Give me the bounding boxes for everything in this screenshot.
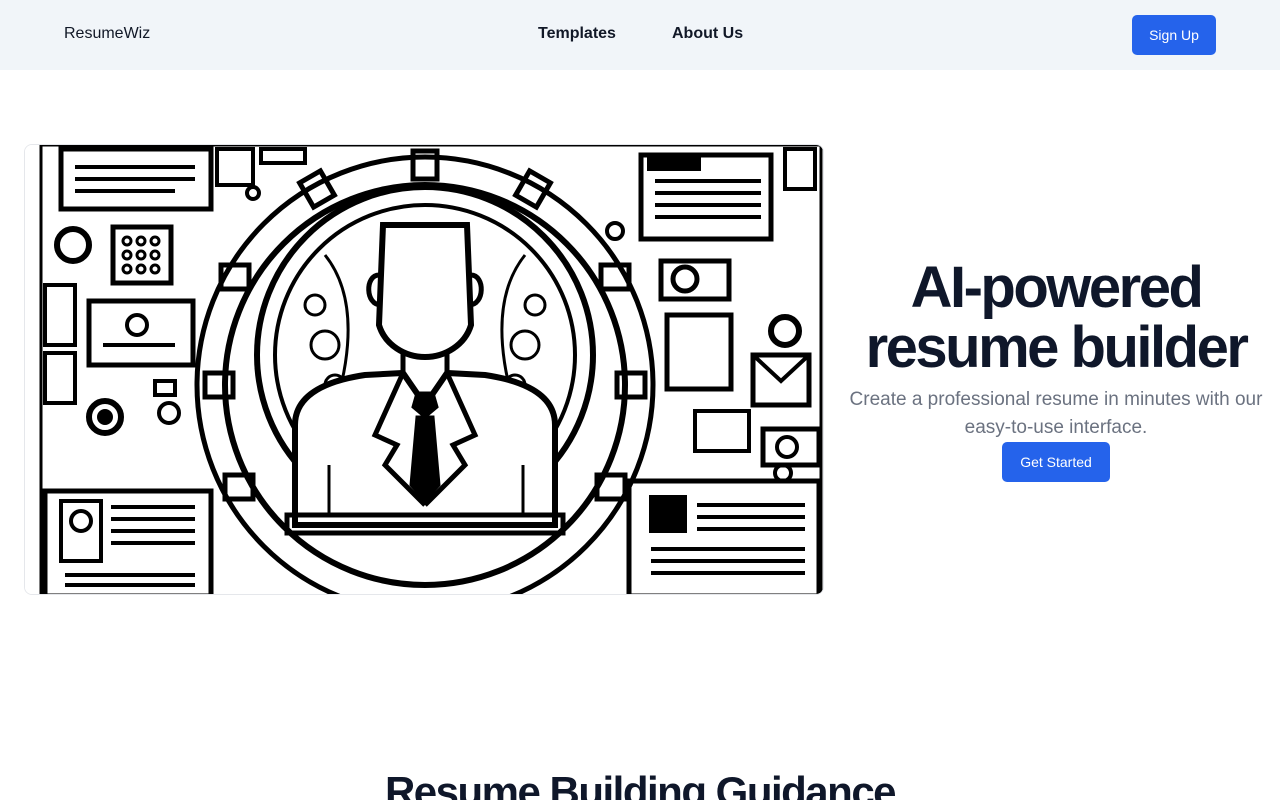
nav-link-templates[interactable]: Templates — [538, 25, 616, 43]
hero-title: AI-powered resume builder — [865, 255, 1249, 380]
hero-text-block: AI-powered resume builder Create a profe… — [846, 258, 1266, 442]
sign-up-button[interactable]: Sign Up — [1132, 15, 1216, 55]
hero-subtitle: Create a professional resume in minutes … — [849, 389, 1263, 438]
section-heading-guidance: Resume Building Guidance — [384, 768, 897, 800]
nav-link-about-us[interactable]: About Us — [672, 25, 743, 43]
get-started-button[interactable]: Get Started — [1002, 442, 1110, 482]
brand-logo-link[interactable]: ResumeWiz — [64, 25, 150, 43]
navbar: ResumeWiz Templates About Us Sign Up — [0, 0, 1280, 70]
businessman-gears-icon — [25, 145, 823, 594]
hero-illustration — [24, 144, 824, 595]
